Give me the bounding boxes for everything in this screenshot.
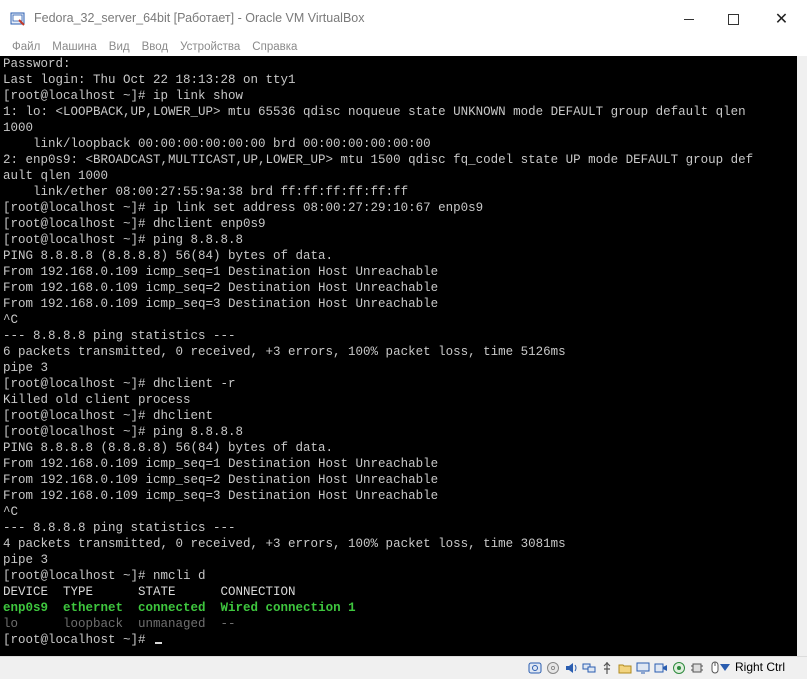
terminal-line: 1000 [3,121,34,135]
terminal-line: --- 8.8.8.8 ping statistics --- [3,329,236,343]
terminal-line: From 192.168.0.109 icmp_seq=3 Destinatio… [3,489,439,503]
host-key-indicator[interactable]: Right Ctrl [720,660,785,674]
menu-bar: Файл Машина Вид Ввод Устройства Справка [0,38,807,56]
terminal-line: [root@localhost ~]# ip link show [3,89,244,103]
terminal-output: Password: Last login: Thu Oct 22 18:13:28… [0,56,797,584]
recording-icon[interactable] [671,660,686,675]
terminal-line: [root@localhost ~]# dhclient enp0s9 [3,217,266,231]
shared-folder-icon[interactable] [617,660,632,675]
prompt-text: [root@localhost ~]# [3,633,154,647]
menu-help[interactable]: Справка [246,38,303,56]
nmcli-cell-state: connected [138,601,221,615]
terminal-line: [root@localhost ~]# dhclient -r [3,377,236,391]
menu-file[interactable]: Файл [0,38,46,56]
nmcli-row: lo loopback unmanaged -- [0,616,797,632]
minimize-icon [683,18,694,20]
vm-console-screen[interactable]: Password: Last login: Thu Oct 22 18:13:28… [0,56,797,656]
terminal-line: pipe 3 [3,361,49,375]
nmcli-row: enp0s9 ethernet connected Wired connecti… [0,600,797,616]
nmcli-cell-device: lo [3,617,64,631]
terminal-line: Killed old client process [3,393,191,407]
optical-drive-icon[interactable] [545,660,560,675]
terminal-line: ^C [3,505,19,519]
terminal-line: From 192.168.0.109 icmp_seq=1 Destinatio… [3,457,439,471]
nmcli-device-table: enp0s9 ethernet connected Wired connecti… [0,600,797,632]
terminal-line: Password: [3,57,71,71]
menu-input[interactable]: Ввод [136,38,175,56]
host-key-label: Right Ctrl [735,660,786,674]
menu-devices[interactable]: Устройства [174,38,246,56]
nmcli-cell-type: ethernet [63,601,139,615]
terminal-line: [root@localhost ~]# ping 8.8.8.8 [3,233,244,247]
terminal-line: From 192.168.0.109 icmp_seq=2 Destinatio… [3,473,439,487]
maximize-button[interactable] [711,0,756,38]
text-cursor [155,642,163,644]
cpu-icon[interactable] [689,660,704,675]
menu-view[interactable]: Вид [103,38,136,56]
status-icons [527,660,722,675]
terminal-line: From 192.168.0.109 icmp_seq=2 Destinatio… [3,281,439,295]
nmcli-cell-device: enp0s9 [3,601,64,615]
nmcli-cell-type: loopback [63,617,139,631]
terminal-line: 1: lo: <LOOPBACK,UP,LOWER_UP> mtu 65536 … [3,105,746,119]
arrow-down-icon [720,663,730,671]
terminal-line: Last login: Thu Oct 22 18:13:28 on tty1 [3,73,296,87]
menu-machine[interactable]: Машина [46,38,103,56]
terminal-line: ^C [3,313,19,327]
terminal-line: 4 packets transmitted, 0 received, +3 er… [3,537,566,551]
audio-icon[interactable] [563,660,578,675]
terminal-line: --- 8.8.8.8 ping statistics --- [3,521,236,535]
terminal-line: 2: enp0s9: <BROADCAST,MULTICAST,UP,LOWER… [3,153,754,167]
terminal-line: PING 8.8.8.8 (8.8.8.8) 56(84) bytes of d… [3,441,334,455]
terminal-line: link/ether 08:00:27:55:9a:38 brd ff:ff:f… [3,185,409,199]
usb-icon[interactable] [599,660,614,675]
nmcli-cell-connection: -- [220,617,236,631]
terminal-line: pipe 3 [3,553,49,567]
terminal-line: ault qlen 1000 [3,169,109,183]
nmcli-header: DEVICE TYPE STATE CONNECTION [3,585,296,599]
network-icon[interactable] [581,660,596,675]
maximize-icon [728,13,739,25]
terminal-line: [root@localhost ~]# nmcli d [3,569,206,583]
terminal-line: [root@localhost ~]# dhclient [3,409,214,423]
prompt-line[interactable]: [root@localhost ~]# [0,632,797,648]
harddisk-icon[interactable] [527,660,542,675]
close-button[interactable]: ✕ [756,0,807,38]
terminal-line: PING 8.8.8.8 (8.8.8.8) 56(84) bytes of d… [3,249,334,263]
virtualbox-app-icon [10,12,25,26]
terminal-line: From 192.168.0.109 icmp_seq=1 Destinatio… [3,265,439,279]
terminal-line: 6 packets transmitted, 0 received, +3 er… [3,345,566,359]
minimize-button[interactable] [666,0,711,38]
terminal-line: link/loopback 00:00:00:00:00:00 brd 00:0… [3,137,431,151]
terminal-line: [root@localhost ~]# ip link set address … [3,201,484,215]
display-icon[interactable] [635,660,650,675]
nmcli-cell-connection: Wired connection 1 [220,601,356,615]
terminal-line: From 192.168.0.109 icmp_seq=3 Destinatio… [3,297,439,311]
video-capture-icon[interactable] [653,660,668,675]
close-icon: ✕ [774,11,789,28]
terminal-line: [root@localhost ~]# ping 8.8.8.8 [3,425,244,439]
title-bar: Fedora_32_server_64bit [Работает] - Orac… [0,0,807,39]
window-right-edge [797,56,807,656]
status-bar: Right Ctrl [0,656,807,679]
window-title: Fedora_32_server_64bit [Работает] - Orac… [34,11,365,25]
nmcli-cell-state: unmanaged [138,617,221,631]
